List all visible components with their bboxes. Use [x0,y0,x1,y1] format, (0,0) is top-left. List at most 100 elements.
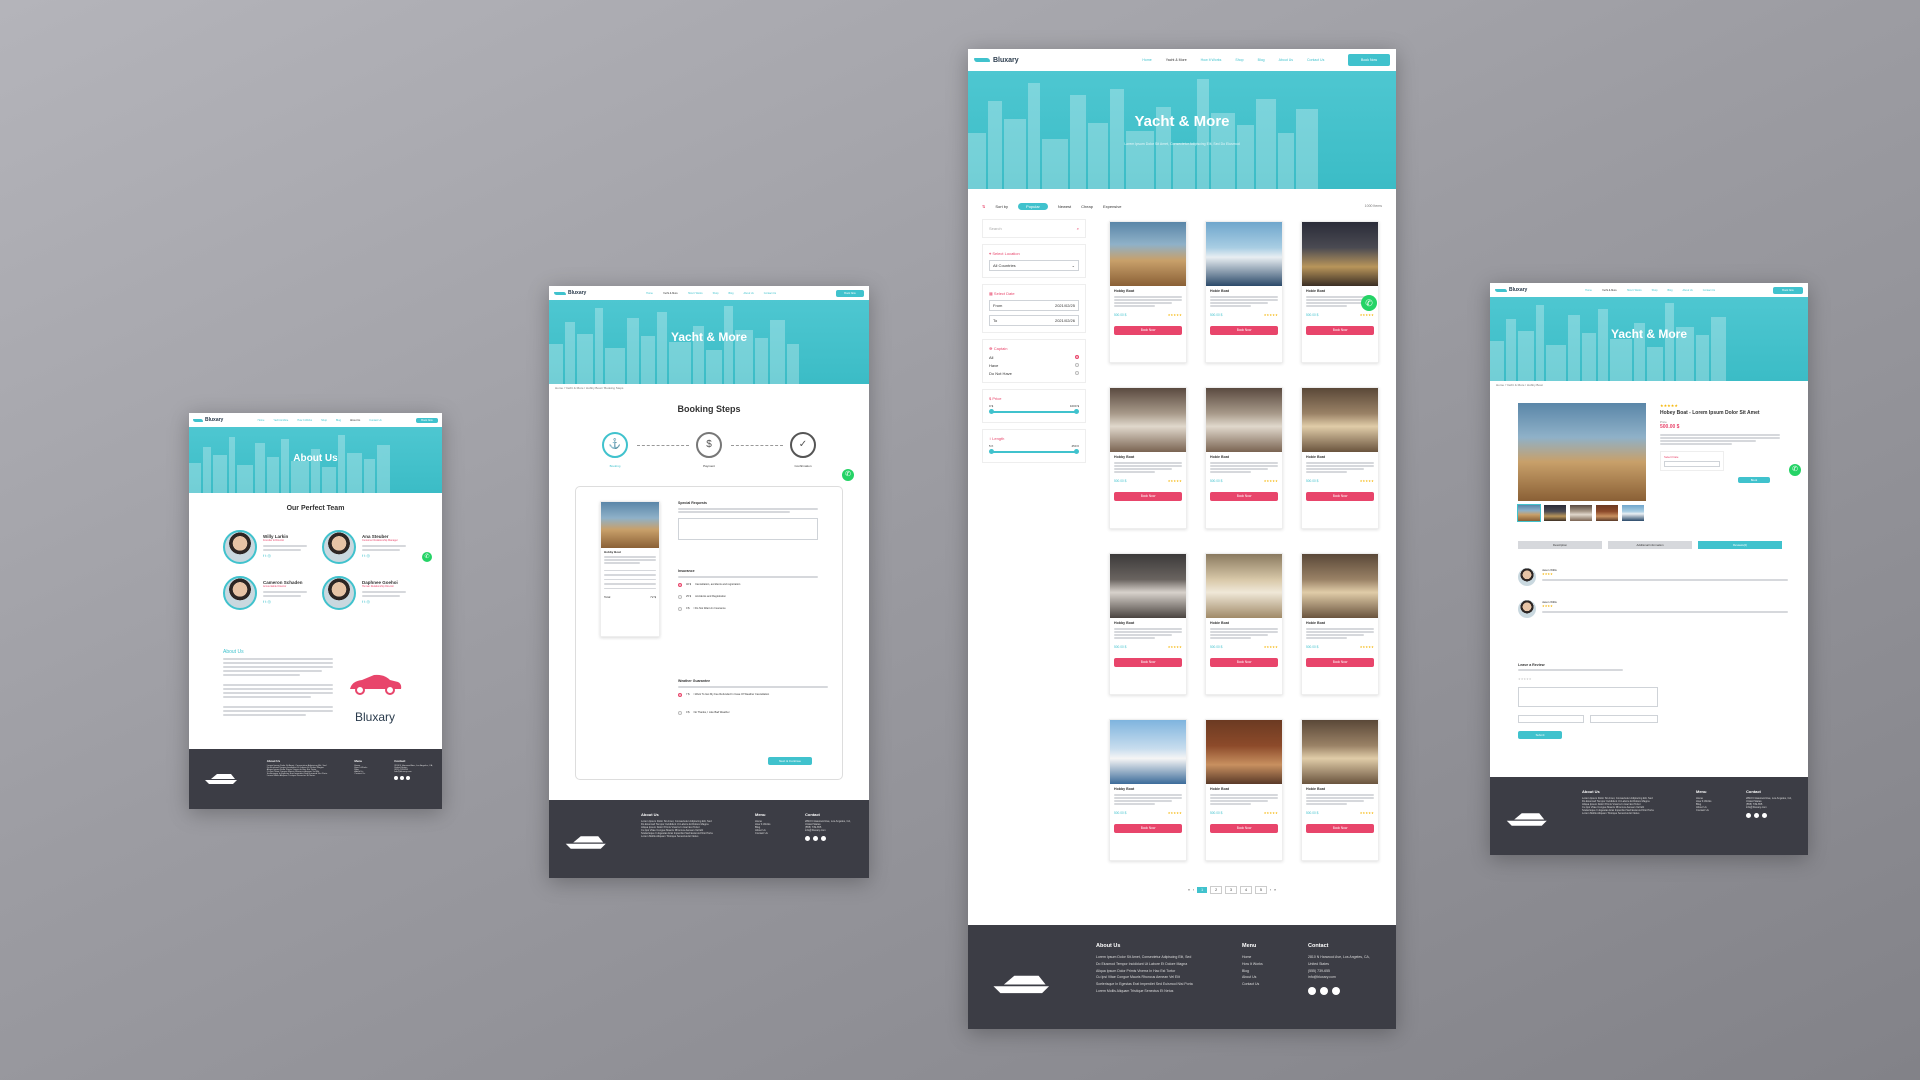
brand-logo[interactable]: Bluxary [554,290,586,296]
footer-menu-item[interactable]: Blog [1242,968,1292,975]
book-now-button[interactable]: Book Now [1348,54,1390,66]
nav-home[interactable]: Home [258,419,265,422]
product-card[interactable]: Hobie Boat 500.00 $ ★★★★★ Book Now [1205,553,1283,695]
step-confirmation[interactable]: ✓ Confirmation [789,432,817,468]
prev-page-icon[interactable]: ‹ [1193,888,1194,892]
book-now-button[interactable]: Book Now [1306,325,1374,335]
footer-email[interactable]: info@bluxary.com [394,771,434,773]
footer-menu-item[interactable]: Home [1242,954,1292,961]
insurance-option[interactable]: 0 $ I Do Not Want An Insurance [678,606,818,611]
footer-menu-item[interactable]: Contact Us [1696,809,1732,812]
product-image[interactable] [1110,222,1186,286]
book-now-button[interactable]: Book Now [836,289,864,297]
product-card[interactable]: Hobie Boat 500.00 $ ★★★★★ Book Now [1205,719,1283,861]
brand-logo[interactable]: Bluxary [193,417,223,423]
product-card[interactable]: Hobie Boat 500.00 $ ★★★★★ Book Now [1301,387,1379,529]
special-requests-textarea[interactable] [678,517,818,540]
book-now-button[interactable]: Book Now [1773,286,1803,294]
gallery-thumb[interactable] [1517,504,1541,522]
nav-about[interactable]: About Us [1279,58,1293,62]
whatsapp-icon[interactable]: ✆ [1361,295,1377,311]
sort-cheap[interactable]: Cheap [1081,204,1093,209]
weather-option[interactable]: 0 $ No Thanks, I Like Bad Weather [678,710,828,715]
length-slider[interactable] [989,449,1079,454]
social-icons[interactable]: f t ◎ [362,553,406,558]
social-icons[interactable]: f t ◎ [263,599,307,604]
book-now-button[interactable]: Book Now [1210,823,1278,833]
review-textarea[interactable] [1518,686,1658,707]
footer-menu-item[interactable]: How It Works [1242,961,1292,968]
date-from-field[interactable]: From 2021/02/25 [989,300,1079,311]
product-card[interactable]: Hobie Boat 500.00 $ ★★★★★ Book Now [1205,387,1283,529]
location-select[interactable]: All Countries ⌄ [989,260,1079,271]
book-now-button[interactable]: Book Now [1114,325,1182,335]
book-button[interactable]: Book [1738,476,1770,483]
product-image[interactable] [1302,222,1378,286]
name-field[interactable] [1518,714,1584,723]
book-now-button[interactable]: Book Now [1210,491,1278,501]
footer-menu-item[interactable]: Contact Us [755,832,791,835]
brand-logo[interactable]: Bluxary [974,57,1019,64]
book-now-button[interactable]: Book Now [1114,657,1182,667]
product-image[interactable] [1110,720,1186,784]
footer-email[interactable]: info@bluxary.com [1746,806,1796,809]
nav-shop[interactable]: Shop [1652,289,1658,292]
book-now-button[interactable]: Book Now [1114,823,1182,833]
whatsapp-icon[interactable]: ✆ [1789,464,1801,476]
last-page-icon[interactable]: » [1274,888,1276,892]
product-card[interactable]: Hobie Boat 500.00 $ ★★★★★ Book Now [1205,221,1283,363]
product-card[interactable]: Hobby Boat 500.00 $ ★★★★★ Book Now [1109,221,1187,363]
nav-contact[interactable]: Contact Us [764,292,776,295]
tab-reviews[interactable]: Reviews(2) [1698,541,1782,549]
footer-menu-item[interactable]: About Us [1242,974,1292,981]
footer-social-icons[interactable] [1308,987,1378,995]
gallery-thumb[interactable] [1622,505,1644,521]
nav-shop[interactable]: Shop [1235,58,1243,62]
nav-about[interactable]: About Us [350,419,360,422]
nav-how[interactable]: How It Works [297,419,312,422]
captain-option[interactable]: All [989,355,1079,360]
product-image[interactable] [1302,388,1378,452]
captain-option[interactable]: Have [989,363,1079,368]
nav-how[interactable]: How It Works [1627,289,1642,292]
brand-logo[interactable]: Bluxary [1495,287,1527,293]
product-card[interactable]: Hobie Boat 500.00 $ ★★★★★ Book Now [1301,553,1379,695]
sort-popular[interactable]: Popular [1018,202,1048,210]
nav-how[interactable]: How It Works [688,292,703,295]
product-image[interactable] [1302,554,1378,618]
product-card[interactable]: Hobie Boat 500.00 $ ★★★★★ Book Now [1301,221,1379,363]
date-to-field[interactable]: To 2021/02/26 [989,315,1079,326]
price-slider[interactable] [989,409,1079,414]
gallery-thumb[interactable] [1570,505,1592,521]
weather-option[interactable]: 7 $ I Want To Get My Fee Refunded In Case… [678,692,828,697]
nav-home[interactable]: Home [1585,289,1592,292]
product-image[interactable] [1206,720,1282,784]
search-input[interactable]: Search [989,226,1002,231]
nav-blog[interactable]: Blog [1258,58,1265,62]
footer-email[interactable]: info@bluxary.com [805,829,855,832]
tab-additional-info[interactable]: Additional Information [1608,541,1692,549]
footer-email[interactable]: info@bluxary.com [1308,974,1378,981]
sort-expensive[interactable]: Expensive [1103,204,1121,209]
nav-yacht[interactable]: Yacht & More [1166,58,1187,62]
nav-yacht[interactable]: Yacht & More [1602,289,1617,292]
next-page-icon[interactable]: › [1270,888,1271,892]
book-now-button[interactable]: Book Now [1210,325,1278,335]
footer-social-icons[interactable] [1746,813,1796,818]
whatsapp-icon[interactable]: ✆ [842,469,854,481]
page-3[interactable]: 3 [1225,886,1237,894]
page-5[interactable]: 5 [1254,886,1267,894]
date-select-box[interactable]: Select Date [1660,450,1724,471]
footer-social-icons[interactable] [805,836,855,841]
product-image[interactable] [1206,554,1282,618]
product-card[interactable]: Hobby Boat 500.00 $ ★★★★★ Book Now [1109,719,1187,861]
insurance-option[interactable]: 40 $ Cancellation, accidents and registra… [678,582,818,587]
book-now-button[interactable]: Book Now [1210,657,1278,667]
sort-newest[interactable]: Newest [1058,204,1071,209]
nav-shop[interactable]: Shop [321,419,327,422]
product-image[interactable] [1110,554,1186,618]
social-icons[interactable]: f t ◎ [263,553,307,558]
page-2[interactable]: 2 [1210,886,1223,894]
book-now-button[interactable]: Book Now [1306,491,1374,501]
nav-contact[interactable]: Contact Us [369,419,381,422]
